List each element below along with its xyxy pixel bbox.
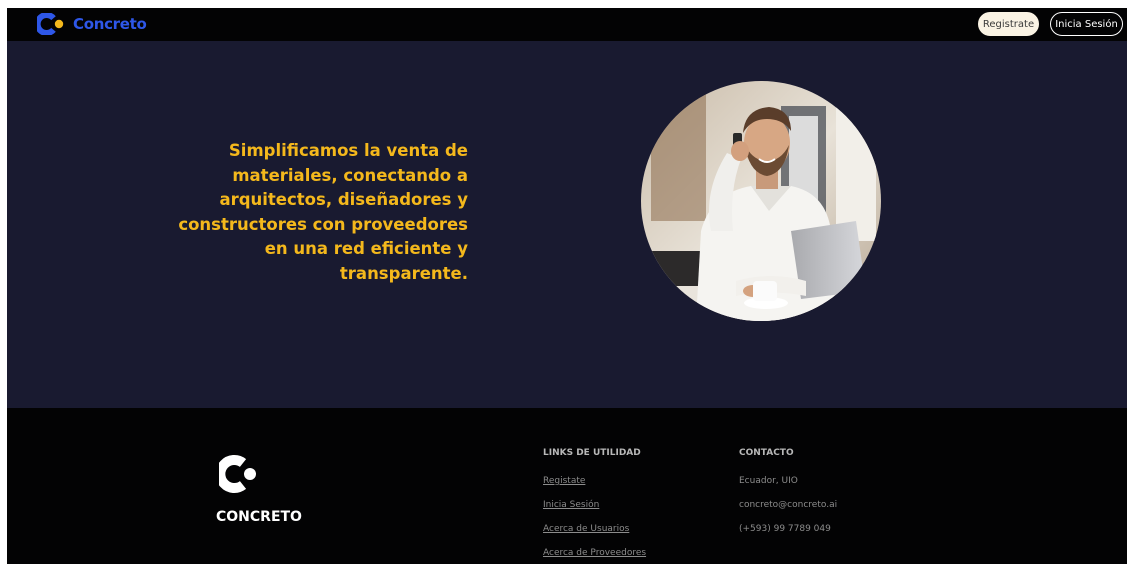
footer-link-login[interactable]: Inicia Sesión: [543, 500, 599, 510]
page-frame: Concreto Registrate Inicia Sesión Simpli…: [7, 8, 1127, 564]
register-button[interactable]: Registrate: [978, 12, 1039, 36]
top-navbar: Concreto Registrate Inicia Sesión: [7, 8, 1127, 41]
footer-link-register[interactable]: Registate: [543, 476, 585, 486]
concreto-logo-icon: [34, 12, 67, 36]
login-button[interactable]: Inicia Sesión: [1050, 12, 1123, 36]
footer-brand-name: CONCRETO: [216, 509, 302, 525]
contact-email: concreto@concreto.ai: [739, 500, 838, 510]
hero-headline: Simplificamos la venta de materiales, co…: [178, 141, 468, 283]
brand-name: Concreto: [73, 15, 147, 33]
footer-link-about-providers[interactable]: Acerca de Proveedores: [543, 548, 646, 558]
contact-phone: (+593) 99 7789 049: [739, 524, 831, 534]
concreto-footer-logo-icon: [215, 452, 259, 496]
brand-link[interactable]: Concreto: [34, 12, 147, 36]
contact-column-title: CONTACTO: [739, 448, 794, 458]
hero-photo: [641, 81, 881, 321]
footer: CONCRETO LINKS DE UTILIDAD Registate Ini…: [7, 408, 1127, 564]
footer-link-about-users[interactable]: Acerca de Usuarios: [543, 524, 629, 534]
contact-location: Ecuador, UIO: [739, 476, 798, 486]
hero-section: Simplificamos la venta de materiales, co…: [7, 41, 1127, 408]
links-column-title: LINKS DE UTILIDAD: [543, 448, 641, 458]
